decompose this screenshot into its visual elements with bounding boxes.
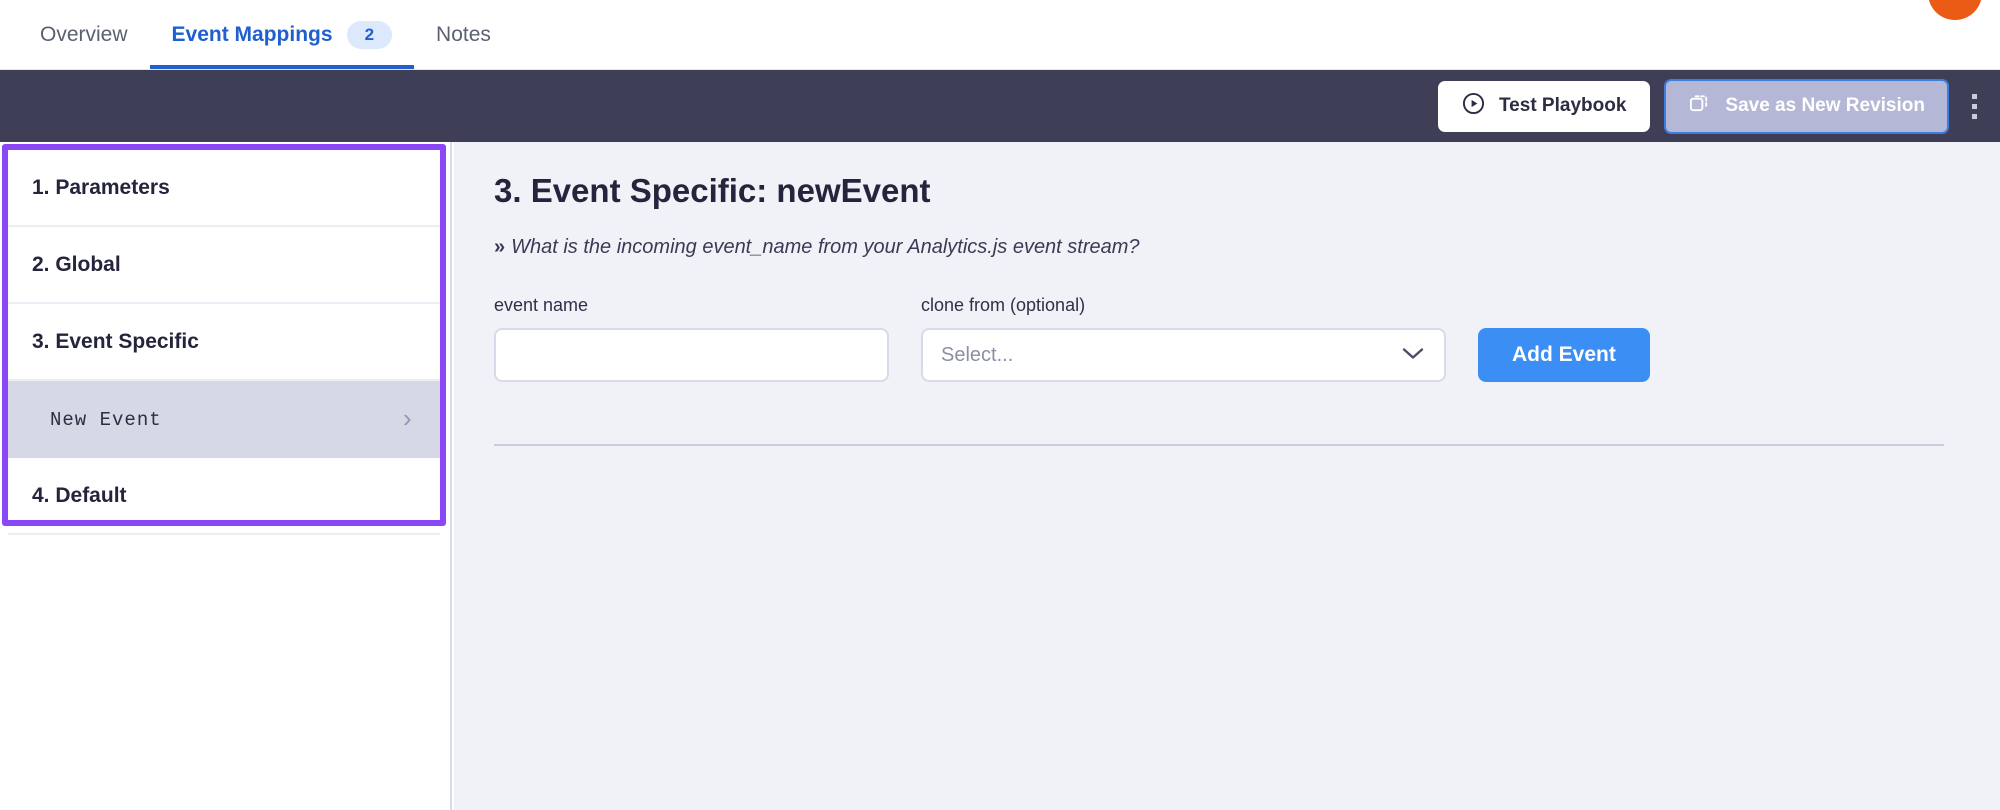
sidebar-item-event-specific[interactable]: 3. Event Specific bbox=[8, 304, 440, 381]
play-circle-icon bbox=[1462, 92, 1485, 121]
sidebar-item-new-event[interactable]: New Event › bbox=[8, 381, 440, 458]
event-name-field-group: event name bbox=[494, 295, 889, 382]
tab-label: Event Mappings bbox=[171, 23, 333, 46]
kebab-dot bbox=[1972, 93, 1977, 99]
kebab-menu-icon[interactable] bbox=[1963, 84, 1986, 129]
clone-from-value: Select... bbox=[941, 343, 1014, 366]
save-as-new-revision-label: Save as New Revision bbox=[1725, 95, 1925, 116]
tab-overview[interactable]: Overview bbox=[18, 1, 150, 69]
main-content: 3. Event Specific: newEvent » What is the… bbox=[454, 142, 2000, 810]
sidebar-item-label: 3. Event Specific bbox=[32, 329, 199, 353]
sidebar-item-label: 4. Default bbox=[32, 483, 127, 507]
prompt-text: » What is the incoming event_name from yo… bbox=[494, 236, 1944, 259]
sidebar-item-label: New Event bbox=[50, 408, 162, 431]
add-event-form: event name clone from (optional) Select.… bbox=[494, 295, 1944, 382]
prompt-question: What is the incoming event_name from you… bbox=[511, 236, 1140, 258]
tab-event-mappings[interactable]: Event Mappings 2 bbox=[149, 1, 415, 69]
tab-bar: Overview Event Mappings 2 Notes bbox=[0, 0, 2000, 70]
sidebar-item-label: 2. Global bbox=[32, 252, 121, 276]
kebab-dot bbox=[1972, 113, 1977, 119]
save-as-new-revision-button[interactable]: Save as New Revision bbox=[1664, 78, 1949, 134]
clone-from-field-group: clone from (optional) Select... bbox=[921, 295, 1446, 382]
prompt-caret-icon: » bbox=[494, 236, 506, 258]
step-navigation-sidebar: 1. Parameters 2. Global 3. Event Specifi… bbox=[0, 142, 452, 810]
action-toolbar: Test Playbook Save as New Revision bbox=[0, 70, 2000, 142]
tab-label: Overview bbox=[40, 23, 128, 46]
sidebar-item-global[interactable]: 2. Global bbox=[8, 227, 440, 304]
tab-badge-count: 2 bbox=[346, 20, 393, 50]
chevron-down-icon bbox=[1402, 344, 1424, 367]
sidebar-item-parameters[interactable]: 1. Parameters bbox=[8, 150, 440, 227]
test-playbook-label: Test Playbook bbox=[1498, 95, 1627, 116]
event-name-label: event name bbox=[494, 295, 589, 315]
tab-label: Notes bbox=[436, 23, 491, 46]
sidebar-item-list: 1. Parameters 2. Global 3. Event Specifi… bbox=[8, 150, 440, 535]
add-event-button[interactable]: Add Event bbox=[1478, 328, 1650, 382]
duplicate-icon bbox=[1688, 92, 1711, 121]
page-title: 3. Event Specific: newEvent bbox=[494, 172, 931, 209]
section-divider bbox=[494, 444, 1944, 446]
test-playbook-button[interactable]: Test Playbook bbox=[1437, 80, 1651, 132]
event-name-input[interactable] bbox=[494, 328, 889, 382]
kebab-dot bbox=[1972, 103, 1977, 109]
sidebar-item-default[interactable]: 4. Default bbox=[8, 458, 440, 535]
sidebar-item-label: 1. Parameters bbox=[32, 175, 170, 199]
tab-notes[interactable]: Notes bbox=[414, 1, 513, 69]
chevron-right-icon: › bbox=[399, 404, 416, 435]
clone-from-select[interactable]: Select... bbox=[921, 328, 1446, 382]
clone-from-label: clone from (optional) bbox=[921, 295, 1086, 315]
